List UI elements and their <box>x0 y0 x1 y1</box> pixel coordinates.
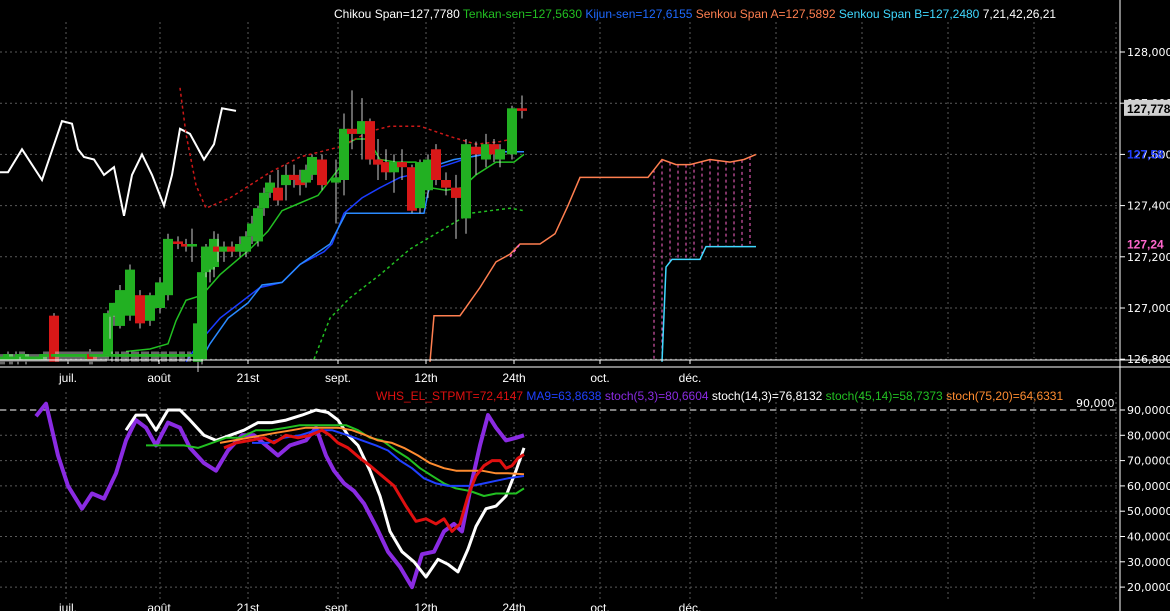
oscillator-legend: WHS_EL_STPMT=72,4147 MA9=63,8638 stoch(5… <box>376 389 1063 403</box>
candle-body <box>173 241 183 244</box>
candle-body <box>289 174 299 180</box>
osc-x-tick-label: 12th <box>414 601 437 611</box>
candle-body <box>317 159 327 186</box>
price-label: 127,24 <box>1127 238 1164 252</box>
osc-y-tick-label: 60,0000 <box>1127 480 1170 493</box>
candle-body <box>495 149 505 160</box>
candle-body <box>259 192 269 209</box>
candle-body <box>365 121 375 160</box>
candle-body <box>397 162 407 168</box>
candle-body <box>273 187 283 201</box>
legend-entry: stoch(45,14)=58,7373 <box>822 389 943 403</box>
osc-y-tick-label: 30,0000 <box>1127 556 1170 569</box>
legend-entry: stoch(14,3)=76,8132 <box>709 389 823 403</box>
price-panel <box>0 87 757 372</box>
osc-y-tick-label: 80,0000 <box>1127 429 1170 442</box>
x-tick-label: août <box>147 371 171 385</box>
candle-body <box>145 295 155 321</box>
osc-x-tick-label: sept. <box>325 601 351 611</box>
candle-body <box>197 272 207 360</box>
candle-body <box>125 269 135 316</box>
legend-entry: stoch(75,20)=64,6331 <box>943 389 1064 403</box>
legend-entry: stoch(5,3)=80,6604 <box>601 389 708 403</box>
candle-body <box>431 149 441 180</box>
price-label: 127,58 <box>1127 147 1164 161</box>
series-senkou_b_future <box>661 245 756 362</box>
legend-entry: Chikou Span=127,7780 <box>334 7 460 21</box>
level-label: 90,000 <box>1076 397 1115 410</box>
series-senkou_b_past <box>313 207 525 360</box>
grid-lines <box>0 22 1120 600</box>
osc-x-tick-label: déc. <box>679 601 702 611</box>
y-tick-label: 127,400 <box>1127 200 1170 213</box>
candle-body <box>441 180 451 188</box>
candle-body <box>253 208 263 242</box>
osc-y-tick-label: 90,0000 <box>1127 404 1170 417</box>
legend-entry: Senkou Span A=127,5892 <box>692 7 835 21</box>
series-senkou_b_tail <box>509 243 521 258</box>
series-chikou <box>0 107 237 217</box>
osc-x-tick-label: août <box>147 601 171 611</box>
x-tick-label: déc. <box>679 371 702 385</box>
x-tick-label: juil. <box>58 371 77 385</box>
osc-x-tick-label: 21st <box>237 601 260 611</box>
price-label: 127,778 <box>1127 102 1170 116</box>
legend-entry: WHS_EL_STPMT=72,4147 <box>376 389 523 403</box>
legend-entry: Tenkan-sen=127,5630 <box>460 7 583 21</box>
candle-body <box>507 108 517 155</box>
x-tick-label: 24th <box>502 371 525 385</box>
osc-y-tick-label: 50,0000 <box>1127 505 1170 518</box>
candle-body <box>115 290 125 326</box>
osc-x-tick-label: juil. <box>58 601 77 611</box>
axes: 128,000127,800127,600127,400127,200127,0… <box>0 0 1170 611</box>
legend-entry: Kijun-sen=127,6155 <box>582 7 693 21</box>
candle-body <box>307 156 317 175</box>
x-tick-label: oct. <box>590 371 609 385</box>
legend-entry: MA9=63,8638 <box>523 389 602 403</box>
candle-body <box>163 238 173 296</box>
chart-canvas: 90,000 128,000127,800127,600127,400127,2… <box>0 0 1170 611</box>
candle-body <box>471 146 481 155</box>
x-tick-label: 21st <box>237 371 260 385</box>
osc-y-tick-label: 40,0000 <box>1127 531 1170 544</box>
y-tick-label: 127,000 <box>1127 302 1170 315</box>
legend-entry: 7,21,42,26,21 <box>979 7 1056 21</box>
candle-body <box>461 144 471 219</box>
osc-y-tick-label: 70,0000 <box>1127 455 1170 468</box>
y-tick-label: 127,200 <box>1127 251 1170 264</box>
candle-body <box>103 313 113 355</box>
series-senkou_a_future <box>429 153 757 362</box>
x-tick-label: sept. <box>325 371 351 385</box>
candle-body <box>339 128 349 180</box>
candle-body <box>135 295 145 324</box>
legend-entry: Senkou Span B=127,2480 <box>836 7 980 21</box>
x-tick-label: 12th <box>414 371 437 385</box>
candle-body <box>517 108 527 111</box>
candle-body <box>187 244 197 247</box>
candle-body <box>241 236 251 252</box>
osc-x-tick-label: oct. <box>590 601 609 611</box>
y-tick-label: 128,000 <box>1127 46 1170 59</box>
main-legend: Chikou Span=127,7780 Tenkan-sen=127,5630… <box>334 7 1056 21</box>
osc-x-tick-label: 24th <box>502 601 525 611</box>
oscillator-panel: 90,000 <box>0 397 1120 590</box>
candle-body <box>451 187 461 198</box>
y-tick-label: 126,800 <box>1127 353 1170 366</box>
candle-body <box>347 128 357 134</box>
osc-y-tick-label: 20,0000 <box>1127 581 1170 594</box>
